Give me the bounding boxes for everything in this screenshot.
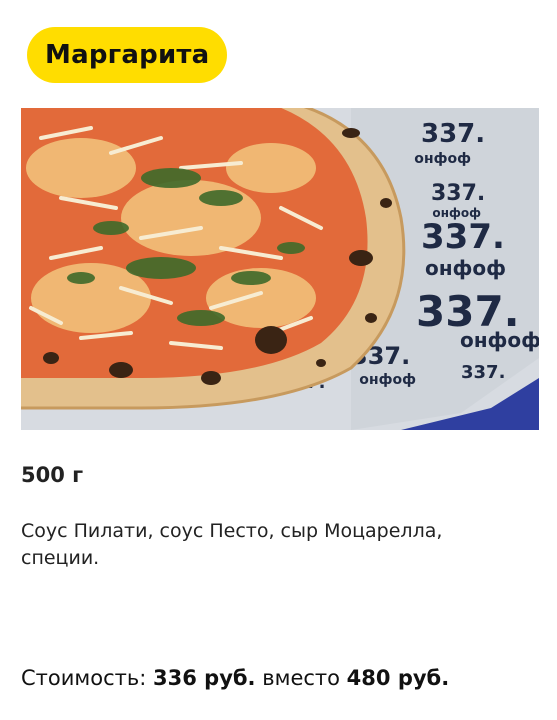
- product-title: Маргарита: [45, 40, 210, 70]
- price-old: 480 руб.: [346, 666, 450, 690]
- product-weight: 500 г: [21, 463, 84, 487]
- paper-print-word-d: фофно: [460, 331, 539, 355]
- paper-print-337-f: 337.: [461, 362, 505, 383]
- paper-print-337-b: 337.: [431, 181, 485, 206]
- paper-print-337-c: 337.: [421, 217, 505, 257]
- pizza-photo: 337. фофно 337. фофно 337. фофно 337. фо…: [21, 108, 539, 430]
- paper-print-word-c: фофно: [425, 259, 506, 283]
- pizza-illustration: 337. фофно 337. фофно 337. фофно 337. фо…: [21, 108, 539, 430]
- price-middle: вместо: [262, 666, 340, 690]
- paper-print-word-a: фофно: [414, 151, 471, 167]
- paper-print-337-a: 337.: [421, 119, 485, 149]
- paper-print-word-e: фофно: [359, 372, 416, 388]
- product-title-badge: Маргарита: [27, 27, 228, 83]
- price-label: Стоимость:: [21, 666, 147, 690]
- price-new: 336 руб.: [153, 666, 256, 690]
- paper-print-337-d: 337.: [416, 287, 520, 336]
- price-line: Стоимость: 336 руб. вместо 480 руб.: [21, 666, 449, 690]
- product-description: Соус Пилати, соус Песто, сыр Моцарелла, …: [21, 520, 443, 569]
